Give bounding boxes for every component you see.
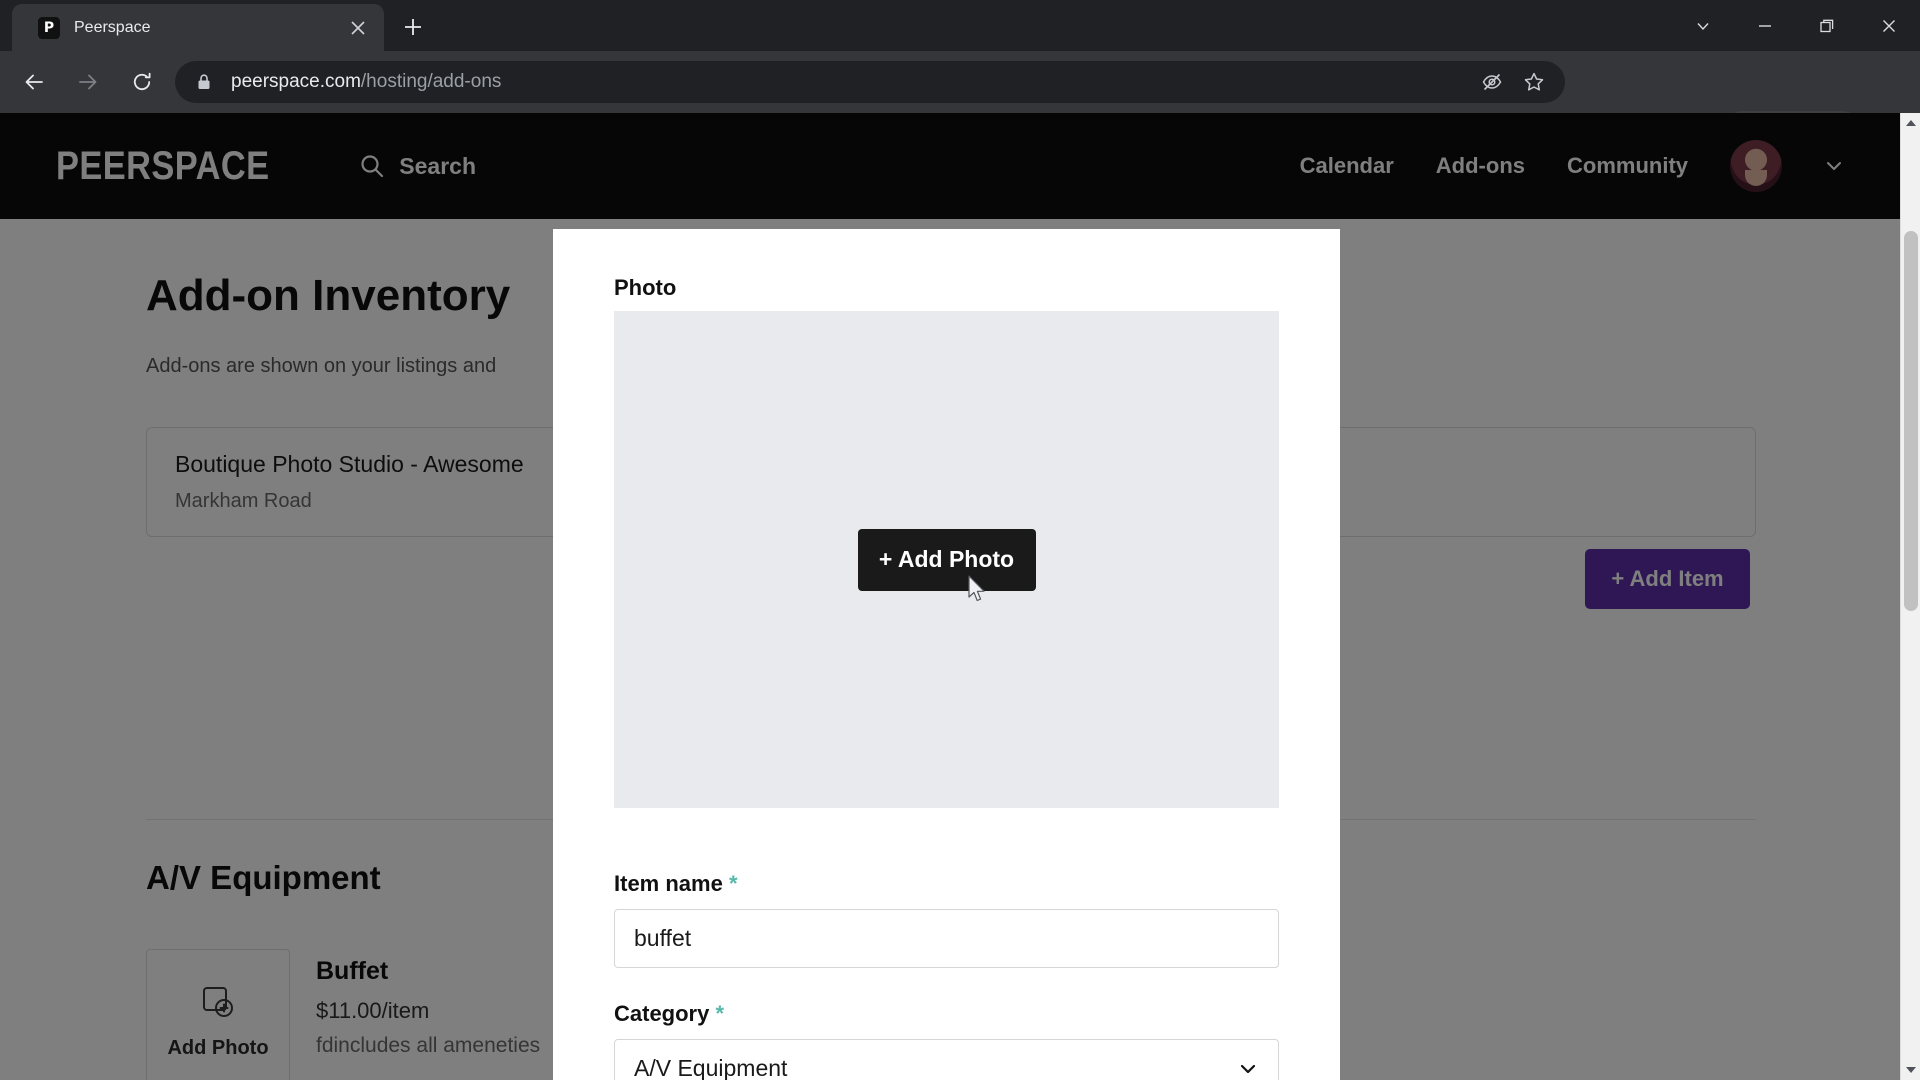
- mouse-cursor: [968, 575, 990, 605]
- close-icon[interactable]: [1858, 0, 1920, 51]
- peerspace-favicon: P: [38, 16, 60, 39]
- restore-icon[interactable]: [1796, 0, 1858, 51]
- minimize-icon[interactable]: [1734, 0, 1796, 51]
- address-bar[interactable]: peerspace.com/hosting/add-ons: [175, 61, 1565, 103]
- scroll-up-arrow-icon[interactable]: [1901, 113, 1920, 133]
- add-photo-button[interactable]: + Add Photo: [857, 528, 1036, 591]
- photo-field-label: Photo: [614, 275, 677, 300]
- required-marker: *: [728, 871, 738, 896]
- tab-title: Peerspace: [74, 18, 151, 36]
- category-field: Category * A/V Equipment: [614, 1001, 1279, 1080]
- chevron-down-icon[interactable]: [1672, 0, 1734, 51]
- window-controls: [1672, 0, 1920, 51]
- browser-toolbar: peerspace.com/hosting/add-ons: [0, 51, 1920, 155]
- item-name-input[interactable]: [614, 909, 1279, 968]
- lock-icon[interactable]: [193, 71, 215, 93]
- scrollbar-thumb[interactable]: [1904, 231, 1918, 611]
- required-marker: *: [715, 1001, 725, 1026]
- star-icon[interactable]: [1513, 61, 1555, 103]
- page-scrollbar[interactable]: [1900, 113, 1920, 1080]
- browser-tab[interactable]: P Peerspace: [12, 4, 384, 51]
- category-select[interactable]: A/V Equipment: [614, 1039, 1279, 1080]
- item-name-field: Item name *: [614, 871, 1279, 968]
- chevron-down-icon: [1237, 1058, 1259, 1080]
- close-icon[interactable]: [344, 14, 372, 42]
- category-label-text: Category: [614, 1001, 710, 1026]
- url-text: peerspace.com/hosting/add-ons: [231, 71, 501, 93]
- peerspace-page: PEERSPACE Search Calendar Add-ons Commun…: [0, 113, 1900, 1080]
- browser-window: P Peerspace peerspace.com/hosting/add-on…: [0, 0, 1920, 1080]
- category-label: Category *: [614, 1001, 1279, 1027]
- url-path: /hosting/add-ons: [360, 71, 502, 92]
- url-domain: peerspace.com: [231, 71, 361, 92]
- scroll-down-arrow-icon[interactable]: [1901, 1060, 1920, 1080]
- omnibox-actions: [1471, 61, 1555, 103]
- forward-arrow-icon[interactable]: [68, 62, 108, 102]
- reload-icon[interactable]: [122, 62, 162, 102]
- plus-icon[interactable]: [395, 9, 431, 45]
- category-select-value: A/V Equipment: [614, 1039, 1279, 1080]
- item-name-label: Item name *: [614, 871, 1279, 897]
- item-name-label-text: Item name: [614, 871, 723, 896]
- tab-strip: P Peerspace: [0, 0, 1920, 51]
- eye-slash-icon[interactable]: [1471, 61, 1513, 103]
- photo-dropzone[interactable]: + Add Photo: [614, 311, 1279, 808]
- page-viewport: PEERSPACE Search Calendar Add-ons Commun…: [0, 113, 1920, 1080]
- back-arrow-icon[interactable]: [14, 62, 54, 102]
- add-item-modal: Photo + Add Photo Item name * Categor: [553, 229, 1340, 1080]
